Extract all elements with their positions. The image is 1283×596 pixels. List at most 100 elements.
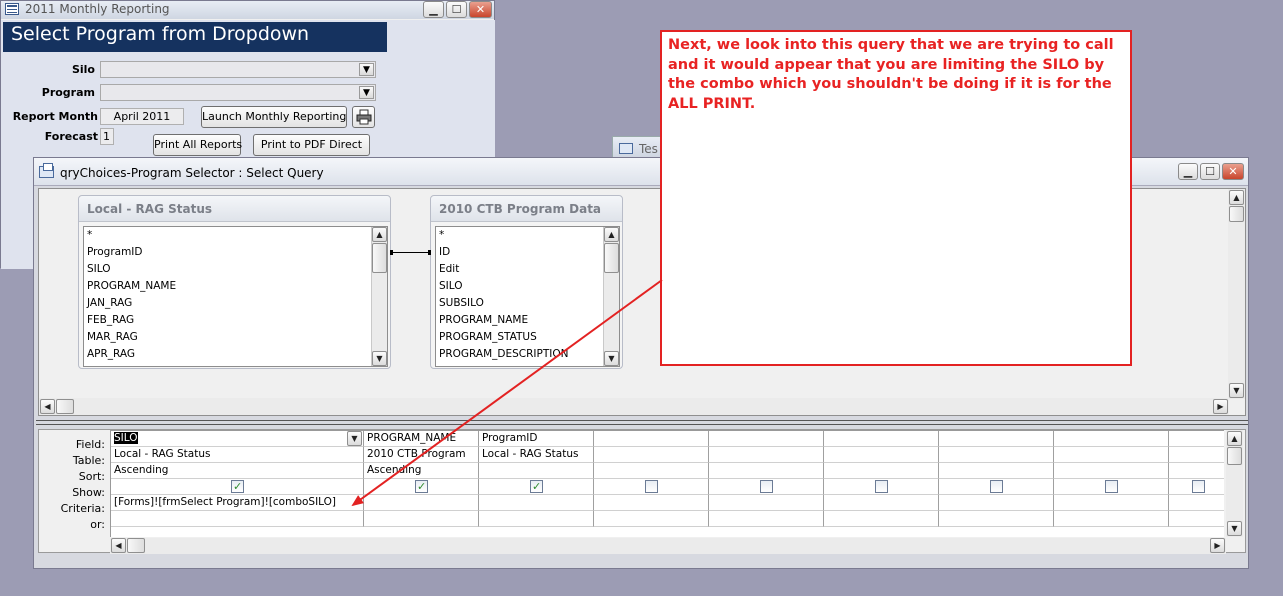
grid-cell-field[interactable] (824, 431, 939, 447)
grid-cell-field[interactable] (594, 431, 709, 447)
grid-cell-field[interactable]: PROGRAM_NAME (364, 431, 479, 447)
grid-cell-or[interactable] (594, 511, 709, 527)
scroll-thumb[interactable] (56, 399, 74, 414)
grid-cell-criteria[interactable] (709, 495, 824, 511)
print-all-reports-button[interactable]: Print All Reports (153, 134, 242, 156)
field-item[interactable]: JAN_RAG (84, 295, 387, 312)
grid-cell-criteria[interactable] (824, 495, 939, 511)
grid-cell-or[interactable] (111, 511, 364, 527)
grid-cell-table[interactable]: 2010 CTB Program (364, 447, 479, 463)
grid-cell-field[interactable] (939, 431, 1054, 447)
grid-cell-table[interactable]: Local - RAG Status (479, 447, 594, 463)
grid-cell-criteria[interactable] (939, 495, 1054, 511)
field-item[interactable]: Edit (436, 261, 619, 278)
scroll-right-icon[interactable]: ▶ (1213, 399, 1228, 414)
join-line[interactable] (391, 252, 430, 253)
launch-monthly-reporting-button[interactable]: Launch Monthly Reporting (201, 106, 347, 128)
checkbox-icon[interactable] (875, 480, 888, 493)
grid-cell-show[interactable] (364, 479, 479, 495)
checkbox-icon[interactable] (530, 479, 543, 494)
grid-cell-field[interactable] (1054, 431, 1169, 447)
maximize-icon[interactable]: ☐ (1200, 163, 1220, 180)
grid-cell-criteria[interactable]: [Forms]![frmSelect Program]![comboSILO] (111, 495, 364, 511)
field-list-scrollbar[interactable]: ▲ ▼ (371, 227, 387, 366)
field-item[interactable]: APR_RAG (84, 346, 387, 363)
grid-vertical-scrollbar[interactable]: ▲ ▼ (1226, 430, 1243, 537)
field-item[interactable]: * (84, 227, 387, 244)
field-item[interactable]: SUBSILO (436, 295, 619, 312)
close-icon[interactable]: ✕ (1222, 163, 1244, 180)
field-item[interactable]: * (436, 227, 619, 244)
print-to-pdf-button[interactable]: Print to PDF Direct (253, 134, 370, 156)
grid-cell-field[interactable] (709, 431, 824, 447)
grid-cell-show[interactable] (1054, 479, 1169, 495)
close-icon[interactable]: ✕ (469, 1, 492, 18)
checkbox-icon[interactable] (1105, 480, 1118, 493)
grid-cell-show[interactable] (594, 479, 709, 495)
pane-vertical-scrollbar[interactable]: ▲ ▼ (1228, 189, 1245, 399)
grid-cell-or[interactable] (709, 511, 824, 527)
scroll-up-icon[interactable]: ▲ (1229, 190, 1244, 205)
field-item[interactable]: SILO (84, 261, 387, 278)
grid-cell-criteria[interactable] (364, 495, 479, 511)
report-month-field[interactable]: April 2011 (100, 108, 184, 125)
checkbox-icon[interactable] (645, 480, 658, 493)
silo-combo[interactable]: ▼ (100, 61, 376, 78)
scroll-up-icon[interactable]: ▲ (604, 227, 619, 242)
table-title[interactable]: 2010 CTB Program Data (431, 196, 622, 222)
scroll-down-icon[interactable]: ▼ (1229, 383, 1244, 398)
checkbox-icon[interactable] (231, 479, 244, 494)
grid-cell-sort[interactable]: Ascending (111, 463, 364, 479)
grid-cell-show[interactable] (1169, 479, 1224, 495)
table-title[interactable]: Local - RAG Status (79, 196, 390, 222)
scroll-up-icon[interactable]: ▲ (1227, 431, 1242, 446)
field-item[interactable]: PROGRAM_DESCRIPTION (436, 346, 619, 363)
grid-cell-criteria[interactable] (594, 495, 709, 511)
maximize-icon[interactable]: ☐ (446, 1, 467, 18)
grid-cell-or[interactable] (1169, 511, 1224, 527)
scroll-down-icon[interactable]: ▼ (604, 351, 619, 366)
scroll-thumb[interactable] (604, 243, 619, 273)
minimize-icon[interactable]: ▁ (1178, 163, 1198, 180)
chevron-down-icon[interactable]: ▼ (347, 431, 362, 446)
scroll-thumb[interactable] (1229, 206, 1244, 222)
field-item[interactable]: FEB_RAG (84, 312, 387, 329)
grid-cell-sort[interactable] (824, 463, 939, 479)
chevron-down-icon[interactable]: ▼ (359, 63, 374, 76)
print-button[interactable] (352, 106, 375, 128)
grid-cell-table[interactable] (594, 447, 709, 463)
scroll-thumb[interactable] (372, 243, 387, 273)
checkbox-icon[interactable] (990, 480, 1003, 493)
grid-cell-criteria[interactable] (479, 495, 594, 511)
grid-cell-table[interactable] (939, 447, 1054, 463)
grid-cell-table[interactable] (1169, 447, 1224, 463)
grid-cell-sort[interactable] (939, 463, 1054, 479)
grid-cell-or[interactable] (479, 511, 594, 527)
pane-splitter[interactable] (36, 420, 1248, 425)
grid-cell-field[interactable]: ProgramID (479, 431, 594, 447)
grid-cell-criteria[interactable] (1054, 495, 1169, 511)
grid-cell-table[interactable] (824, 447, 939, 463)
field-item[interactable]: ProgramID (84, 244, 387, 261)
grid-cell-or[interactable] (824, 511, 939, 527)
field-item[interactable]: PROGRAM_NAME (436, 312, 619, 329)
scroll-left-icon[interactable]: ◀ (111, 538, 126, 553)
minimize-icon[interactable]: ▁ (423, 1, 444, 18)
grid-cell-show[interactable] (939, 479, 1054, 495)
grid-cell-sort[interactable] (709, 463, 824, 479)
checkbox-icon[interactable] (760, 480, 773, 493)
scroll-down-icon[interactable]: ▼ (372, 351, 387, 366)
grid-cell-table[interactable] (1054, 447, 1169, 463)
table-box-local-rag-status[interactable]: Local - RAG Status * ProgramID SILO PROG… (78, 195, 391, 369)
table-box-ctb-program-data[interactable]: 2010 CTB Program Data * ID Edit SILO SUB… (430, 195, 623, 369)
grid-cell-sort[interactable]: Ascending (364, 463, 479, 479)
monthly-reporting-titlebar[interactable]: 2011 Monthly Reporting ▁ ☐ ✕ (1, 1, 494, 19)
scroll-thumb[interactable] (127, 538, 145, 553)
grid-cell-sort[interactable] (479, 463, 594, 479)
program-combo[interactable]: ▼ (100, 84, 376, 101)
scroll-thumb[interactable] (1227, 447, 1242, 465)
scroll-right-icon[interactable]: ▶ (1210, 538, 1225, 553)
grid-cell-or[interactable] (1054, 511, 1169, 527)
chevron-down-icon[interactable]: ▼ (359, 86, 374, 99)
grid-cell-show[interactable] (111, 479, 364, 495)
